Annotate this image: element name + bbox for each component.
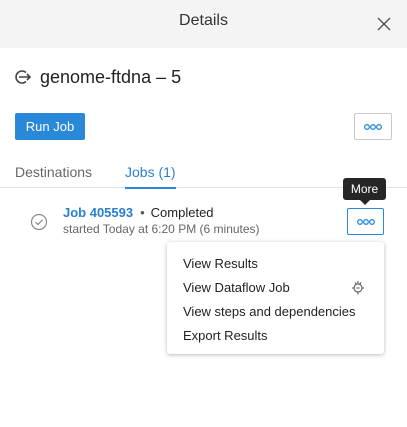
tab-jobs-label: Jobs (1) bbox=[125, 164, 176, 180]
menu-item-view-results[interactable]: View Results bbox=[167, 251, 384, 275]
job-started-time: started Today at 6:20 PM (6 minutes) bbox=[63, 222, 260, 236]
more-icon bbox=[356, 218, 375, 225]
dataflow-icon bbox=[352, 281, 364, 295]
menu-item-export-results[interactable]: Export Results bbox=[167, 323, 384, 347]
job-summary: Job 405593 • Completed bbox=[63, 205, 214, 220]
menu-item-label: Export Results bbox=[183, 327, 268, 343]
menu-item-label: View steps and dependencies bbox=[183, 303, 356, 319]
job-status: Completed bbox=[150, 205, 214, 220]
menu-item-label: View Results bbox=[183, 255, 258, 271]
job-link[interactable]: Job 405593 bbox=[63, 205, 133, 220]
job-title-row: genome-ftdna – 5 bbox=[14, 64, 181, 90]
more-menu: View Results View Dataflow Job View step… bbox=[167, 242, 384, 354]
job-more-button[interactable] bbox=[347, 208, 384, 235]
menu-item-view-steps[interactable]: View steps and dependencies bbox=[167, 299, 384, 323]
page-title: genome-ftdna – 5 bbox=[40, 66, 182, 87]
tab-destinations[interactable]: Destinations bbox=[15, 164, 92, 188]
more-button[interactable] bbox=[354, 113, 392, 140]
menu-item-view-dataflow-job[interactable]: View Dataflow Job bbox=[167, 275, 384, 299]
more-tooltip: More bbox=[343, 178, 386, 200]
menu-item-label: View Dataflow Job bbox=[183, 279, 290, 295]
run-job-button[interactable]: Run Job bbox=[15, 113, 85, 140]
flow-arrow-icon bbox=[15, 70, 32, 84]
active-tab-indicator bbox=[125, 187, 176, 189]
separator-dot: • bbox=[140, 205, 145, 220]
close-icon[interactable] bbox=[374, 14, 394, 34]
more-icon bbox=[364, 123, 382, 130]
tab-jobs[interactable]: Jobs (1) bbox=[125, 164, 176, 189]
details-header: Details bbox=[0, 0, 407, 48]
header-title: Details bbox=[179, 12, 228, 29]
tooltip-arrow bbox=[360, 200, 370, 205]
check-circle-icon bbox=[30, 213, 48, 231]
